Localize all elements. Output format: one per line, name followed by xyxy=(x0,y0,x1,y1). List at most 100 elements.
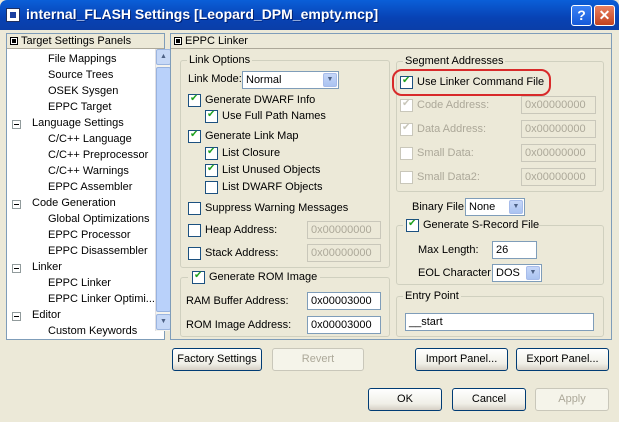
panel-icon xyxy=(10,37,18,45)
chevron-down-icon[interactable]: ▼ xyxy=(509,200,523,214)
tree-item-eppc-linker[interactable]: EPPC Linker xyxy=(48,277,111,289)
export-panel-button[interactable]: Export Panel... xyxy=(516,348,609,371)
panel-icon xyxy=(174,37,182,45)
generate-dwarf-label: Generate DWARF Info xyxy=(205,94,316,106)
tree-item-code-generation[interactable]: Code Generation xyxy=(32,197,116,209)
rom-image-address-field[interactable]: 0x00003000 xyxy=(307,316,381,334)
help-button[interactable]: ? xyxy=(571,5,592,26)
scroll-thumb[interactable] xyxy=(156,67,171,312)
list-closure-label: List Closure xyxy=(222,147,281,159)
ram-buffer-label: RAM Buffer Address: xyxy=(186,295,289,307)
heap-address-label: Heap Address: xyxy=(205,224,278,236)
data-address-checkbox[interactable] xyxy=(400,122,413,136)
link-mode-select[interactable]: Normal ▼ xyxy=(242,71,339,89)
apply-button[interactable]: Apply xyxy=(535,388,609,411)
generate-link-map-label: Generate Link Map xyxy=(205,130,299,142)
tree-item-eppc-processor[interactable]: EPPC Processor xyxy=(48,229,131,241)
use-full-path-checkbox[interactable] xyxy=(205,109,218,123)
collapse-icon[interactable] xyxy=(12,200,21,209)
entry-point-title: Entry Point xyxy=(403,290,461,302)
settings-tree-panel: Target Settings Panels File Mappings Sou… xyxy=(6,33,171,340)
code-address-checkbox[interactable] xyxy=(400,98,413,112)
eol-character-label: EOL Character: xyxy=(418,267,495,279)
tree-item-editor[interactable]: Editor xyxy=(32,309,61,321)
rom-image-address-label: ROM Image Address: xyxy=(186,319,292,331)
max-length-field[interactable]: 26 xyxy=(492,241,537,259)
tree-item-eppc-assembler[interactable]: EPPC Assembler xyxy=(48,181,132,193)
tree-item-linker[interactable]: Linker xyxy=(32,261,62,273)
link-mode-value: Normal xyxy=(246,74,282,86)
ok-button[interactable]: OK xyxy=(368,388,442,411)
eol-character-select[interactable]: DOS ▼ xyxy=(492,264,542,282)
small-data2-checkbox[interactable] xyxy=(400,171,413,184)
cancel-button[interactable]: Cancel xyxy=(452,388,526,411)
tree-item-custom-keywords[interactable]: Custom Keywords xyxy=(48,325,137,337)
scroll-down-icon[interactable]: ▼ xyxy=(156,314,171,330)
heap-address-checkbox[interactable] xyxy=(188,224,201,237)
link-mode-label: Link Mode: xyxy=(188,73,242,85)
generate-srecord-checkbox[interactable] xyxy=(406,218,419,232)
tree-item-osek-sysgen[interactable]: OSEK Sysgen xyxy=(48,85,118,97)
ram-buffer-field[interactable]: 0x00003000 xyxy=(307,292,381,310)
suppress-warnings-checkbox[interactable] xyxy=(188,202,201,215)
data-address-label: Data Address: xyxy=(417,123,487,135)
small-data-checkbox[interactable] xyxy=(400,147,413,160)
tree-item-cpp-warnings[interactable]: C/C++ Warnings xyxy=(48,165,129,177)
panel-header: EPPC Linker xyxy=(171,34,611,49)
small-data-label: Small Data: xyxy=(417,147,474,159)
generate-srecord-label: Generate S-Record File xyxy=(423,219,540,231)
binary-file-select[interactable]: None ▼ xyxy=(465,198,525,216)
tree-item-cpp-language[interactable]: C/C++ Language xyxy=(48,133,132,145)
window-title: internal_FLASH Settings [Leopard_DPM_emp… xyxy=(26,6,379,22)
tree-header-label: Target Settings Panels xyxy=(21,35,132,47)
segment-addresses-title: Segment Addresses xyxy=(403,55,506,67)
data-address-field[interactable]: 0x00000000 xyxy=(521,120,596,138)
app-icon xyxy=(6,8,20,22)
small-data-field[interactable]: 0x00000000 xyxy=(521,144,596,162)
tree-item-language-settings[interactable]: Language Settings xyxy=(32,117,124,129)
highlight-annotation xyxy=(392,69,551,96)
use-full-path-label: Use Full Path Names xyxy=(222,110,326,122)
binary-file-label: Binary File: xyxy=(412,201,468,213)
tree-item-file-mappings[interactable]: File Mappings xyxy=(48,53,116,65)
list-closure-checkbox[interactable] xyxy=(205,146,218,160)
tree-item-source-trees[interactable]: Source Trees xyxy=(48,69,113,81)
generate-rom-image-checkbox[interactable] xyxy=(192,270,205,284)
tree-item-global-optimizations[interactable]: Global Optimizations xyxy=(48,213,150,225)
panel-header-label: EPPC Linker xyxy=(185,35,248,47)
binary-file-value: None xyxy=(469,201,496,213)
list-unused-checkbox[interactable] xyxy=(205,163,218,177)
collapse-icon[interactable] xyxy=(12,120,21,129)
list-dwarf-label: List DWARF Objects xyxy=(222,181,323,193)
stack-address-checkbox[interactable] xyxy=(188,247,201,260)
tree-scrollbar[interactable]: ▲ ▼ xyxy=(155,49,171,331)
chevron-down-icon[interactable]: ▼ xyxy=(323,73,337,87)
entry-point-field[interactable]: __start xyxy=(405,313,594,331)
eol-character-value: DOS xyxy=(496,267,520,279)
tree-item-eppc-target[interactable]: EPPC Target xyxy=(48,101,111,113)
import-panel-button[interactable]: Import Panel... xyxy=(415,348,508,371)
suppress-warnings-label: Suppress Warning Messages xyxy=(205,202,349,214)
collapse-icon[interactable] xyxy=(12,312,21,321)
heap-address-field[interactable]: 0x00000000 xyxy=(307,221,381,239)
generate-link-map-checkbox[interactable] xyxy=(188,129,201,143)
tree-item-eppc-disassembler[interactable]: EPPC Disassembler xyxy=(48,245,148,257)
generate-rom-image-label: Generate ROM Image xyxy=(209,271,318,283)
revert-button[interactable]: Revert xyxy=(272,348,364,371)
list-dwarf-checkbox[interactable] xyxy=(205,181,218,194)
small-data2-label: Small Data2: xyxy=(417,171,480,183)
chevron-down-icon[interactable]: ▼ xyxy=(526,266,540,280)
scroll-up-icon[interactable]: ▲ xyxy=(156,49,171,65)
tree-item-eppc-linker-optimizer[interactable]: EPPC Linker Optimi... xyxy=(48,293,155,305)
link-options-title: Link Options xyxy=(187,54,253,66)
code-address-field[interactable]: 0x00000000 xyxy=(521,96,596,114)
tree-item-cpp-preprocessor[interactable]: C/C++ Preprocessor xyxy=(48,149,148,161)
close-button[interactable]: ✕ xyxy=(594,5,615,26)
small-data2-field[interactable]: 0x00000000 xyxy=(521,168,596,186)
tree-panel-header: Target Settings Panels xyxy=(7,34,164,49)
generate-dwarf-checkbox[interactable] xyxy=(188,93,201,107)
max-length-label: Max Length: xyxy=(418,244,479,256)
stack-address-field[interactable]: 0x00000000 xyxy=(307,244,381,262)
factory-settings-button[interactable]: Factory Settings xyxy=(172,348,262,371)
collapse-icon[interactable] xyxy=(12,264,21,273)
